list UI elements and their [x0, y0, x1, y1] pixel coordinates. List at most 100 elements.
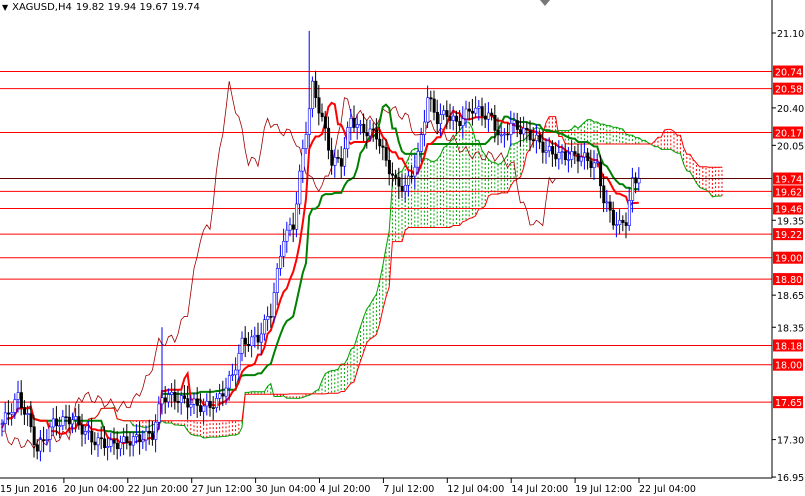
candle-body — [243, 337, 247, 345]
candle-body — [282, 240, 286, 257]
candle-body — [314, 80, 318, 99]
candle-body — [391, 173, 395, 176]
candle-body — [122, 436, 126, 443]
price-chart[interactable]: 20.74 20.58 20.17 19.7419.62 19.46 19.22 19.00… — [0, 0, 805, 496]
candle-body — [432, 98, 436, 113]
shift-marker-icon[interactable] — [540, 0, 550, 6]
candle-body — [506, 133, 510, 136]
candle-body — [279, 256, 283, 269]
level-label: 18.18 — [775, 341, 802, 352]
candle-body — [583, 152, 587, 158]
candle-body — [202, 405, 206, 413]
price-tick-label: 18.65 — [777, 291, 804, 302]
candle-body — [23, 407, 27, 415]
time-tick-label: 22 Jul 04:00 — [639, 484, 696, 495]
candle-body — [576, 153, 580, 162]
candle-body — [461, 118, 465, 127]
candle-body — [208, 400, 212, 408]
candle-body — [362, 123, 366, 134]
candle-body — [19, 392, 23, 408]
candle-body — [256, 334, 260, 343]
candle-body — [474, 107, 478, 114]
candle-body — [240, 337, 244, 354]
candle-body — [400, 185, 404, 192]
candle-body — [346, 127, 350, 150]
candle-body — [490, 112, 494, 116]
candle-body — [131, 436, 135, 446]
candle-body — [151, 433, 155, 440]
candle-body — [176, 400, 180, 403]
candle-body — [189, 404, 193, 408]
candle-body — [26, 413, 30, 415]
candle-body — [320, 112, 324, 118]
level-label: 19.46 — [775, 204, 802, 215]
candle-body — [519, 129, 523, 135]
candle-body — [522, 127, 526, 135]
level-label: 20.74 — [775, 68, 802, 79]
dropdown-triangle-icon[interactable]: ▼ — [2, 3, 8, 12]
candle-body — [71, 419, 75, 425]
candle-body — [442, 110, 446, 115]
candle-body — [570, 151, 574, 160]
candle-body — [637, 178, 641, 184]
level-label: 20.58 — [775, 85, 802, 96]
candle-body — [192, 398, 196, 405]
candle-body — [512, 120, 516, 124]
chikou-span-line — [1, 81, 556, 450]
candle-body — [234, 369, 238, 376]
level-label: 19.00 — [775, 254, 802, 265]
candle-body — [615, 224, 619, 226]
candle-body — [147, 430, 151, 434]
price-tick-label: 20.05 — [777, 141, 804, 152]
candle-body — [247, 343, 251, 347]
candle-body — [586, 152, 590, 162]
candle-body — [42, 439, 46, 441]
candle-body — [435, 112, 439, 125]
candle-body — [336, 157, 340, 159]
candle-body — [45, 439, 49, 441]
candle-body — [599, 161, 603, 187]
candle-body — [119, 441, 123, 450]
candle-body — [624, 222, 628, 226]
candle-body — [487, 112, 491, 120]
candle-body — [381, 145, 385, 148]
candle-body — [394, 175, 398, 178]
candle-body — [343, 148, 347, 167]
candle-body — [410, 175, 414, 178]
time-tick-label: 15 Jun 2016 — [0, 484, 57, 495]
candle-body — [560, 151, 564, 153]
candle-body — [579, 156, 583, 162]
candle-body — [291, 224, 295, 230]
candle-body — [298, 170, 302, 205]
candle-body — [138, 434, 142, 443]
time-tick-label: 20 Jun 04:00 — [64, 484, 124, 495]
candle-body — [330, 149, 334, 166]
candle-body — [451, 115, 455, 121]
candle-body — [589, 160, 593, 169]
candle-body — [173, 391, 177, 402]
candle-body — [141, 439, 145, 443]
candle-body — [266, 316, 270, 320]
candle-body — [359, 123, 363, 126]
candle-body — [304, 134, 308, 149]
candle-body — [352, 118, 356, 128]
candle-body — [311, 80, 315, 110]
candle-body — [627, 200, 631, 226]
candle-body — [439, 114, 443, 125]
candle-body — [317, 97, 321, 114]
candle-body — [535, 134, 539, 141]
candle-body — [272, 292, 276, 317]
level-label: 17.65 — [775, 398, 802, 409]
candle-body — [16, 392, 20, 400]
candle-body — [125, 436, 129, 444]
candle-body — [67, 416, 71, 425]
level-label: 19.74 — [775, 175, 802, 186]
candle-body — [416, 151, 420, 168]
candle-body — [96, 437, 100, 446]
candle-body — [384, 147, 388, 161]
candle-body — [295, 203, 299, 230]
candle-body — [499, 134, 503, 137]
candle-body — [7, 412, 11, 415]
candle-body — [547, 146, 551, 152]
candle-body — [51, 418, 55, 428]
